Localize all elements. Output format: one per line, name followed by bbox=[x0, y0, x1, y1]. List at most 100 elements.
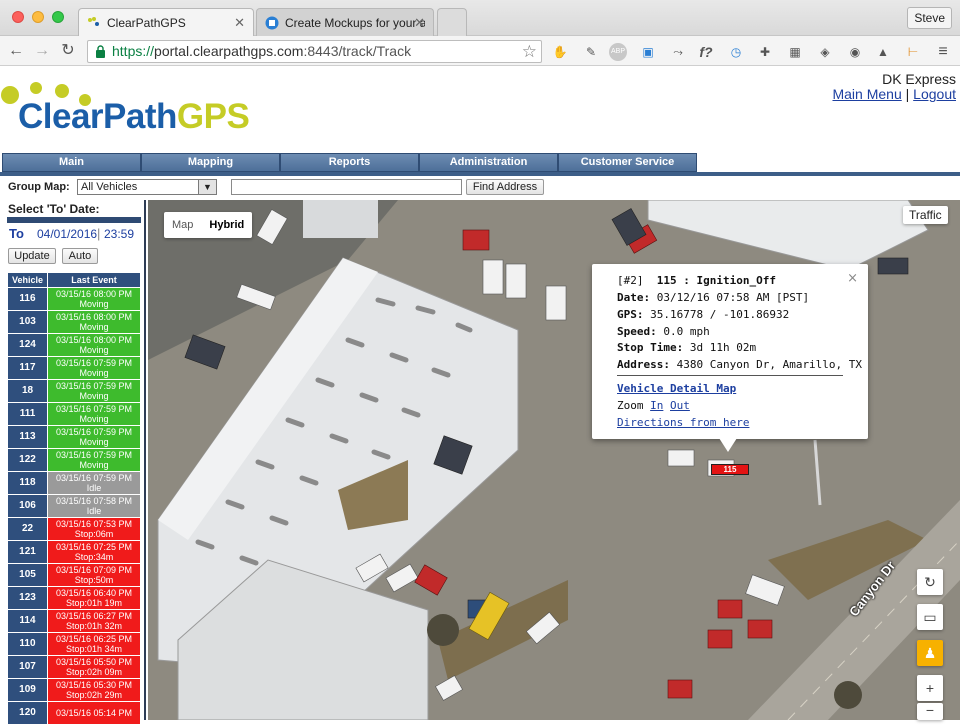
map-type-hybrid[interactable]: Hybrid bbox=[201, 212, 252, 238]
to-time-input[interactable]: 23:59 bbox=[104, 227, 134, 241]
vehicle-number[interactable]: 18 bbox=[7, 379, 48, 403]
nav-tab-mapping[interactable]: Mapping bbox=[141, 153, 280, 172]
vehicle-number[interactable]: 124 bbox=[7, 333, 48, 357]
vehicle-last-event[interactable]: 03/15/16 05:14 PM bbox=[47, 701, 141, 725]
window-close-button[interactable] bbox=[12, 11, 24, 23]
vehicle-row[interactable]: 107 03/15/16 05:50 PM Stop:02h 09m bbox=[7, 655, 141, 679]
nav-tab-customer-service[interactable]: Customer Service bbox=[558, 153, 697, 172]
dropdown-arrow-icon[interactable]: ▼ bbox=[198, 180, 216, 194]
abp-icon[interactable]: ABP bbox=[609, 43, 627, 61]
nav-tab-administration[interactable]: Administration bbox=[419, 153, 558, 172]
vehicle-row[interactable]: 117 03/15/16 07:59 PM Moving bbox=[7, 356, 141, 380]
box-icon[interactable]: ◈ bbox=[816, 43, 834, 61]
vehicle-last-event[interactable]: 03/15/16 07:59 PM Moving bbox=[47, 448, 141, 472]
vehicle-row[interactable]: 18 03/15/16 07:59 PM Moving bbox=[7, 379, 141, 403]
vehicle-row[interactable]: 123 03/15/16 06:40 PM Stop:01h 19m bbox=[7, 586, 141, 610]
vehicle-row[interactable]: 120 03/15/16 05:14 PM bbox=[7, 701, 141, 725]
vehicle-last-event[interactable]: 03/15/16 07:53 PM Stop:06m bbox=[47, 517, 141, 541]
close-icon[interactable]: × bbox=[847, 271, 858, 286]
nav-tab-main[interactable]: Main bbox=[2, 153, 141, 172]
tab-close-icon[interactable]: ✕ bbox=[234, 15, 245, 31]
logout-link[interactable]: Logout bbox=[913, 86, 956, 102]
ruler-icon[interactable]: ⊢ bbox=[904, 43, 922, 61]
vehicle-number[interactable]: 113 bbox=[7, 425, 48, 449]
vehicle-number[interactable]: 22 bbox=[7, 517, 48, 541]
vehicle-number[interactable]: 107 bbox=[7, 655, 48, 679]
clock-icon[interactable]: ◷ bbox=[727, 43, 745, 61]
vehicle-number[interactable]: 109 bbox=[7, 678, 48, 702]
pegman-icon[interactable]: ♟ bbox=[917, 640, 943, 666]
grid-icon[interactable]: ▦ bbox=[786, 43, 804, 61]
vehicle-row[interactable]: 121 03/15/16 07:25 PM Stop:34m bbox=[7, 540, 141, 564]
zoom-in-button[interactable]: + bbox=[917, 675, 943, 701]
vehicle-number[interactable]: 118 bbox=[7, 471, 48, 495]
tag-icon[interactable]: ▣ bbox=[639, 43, 657, 61]
eyedropper-icon[interactable]: ✎ bbox=[582, 43, 600, 61]
vehicle-row[interactable]: 113 03/15/16 07:59 PM Moving bbox=[7, 425, 141, 449]
group-map-select[interactable]: All Vehicles ▼ bbox=[77, 179, 217, 195]
vehicle-number[interactable]: 123 bbox=[7, 586, 48, 610]
find-address-button[interactable]: Find Address bbox=[466, 179, 544, 195]
menu-icon[interactable]: ≡ bbox=[934, 43, 952, 61]
vehicle-number[interactable]: 122 bbox=[7, 448, 48, 472]
nav-tab-reports[interactable]: Reports bbox=[280, 153, 419, 172]
vehicle-last-event[interactable]: 03/15/16 07:59 PM Moving bbox=[47, 425, 141, 449]
vehicle-number[interactable]: 120 bbox=[7, 701, 48, 725]
vehicle-row[interactable]: 116 03/15/16 08:00 PM Moving bbox=[7, 287, 141, 311]
window-minimize-button[interactable] bbox=[32, 11, 44, 23]
vehicle-marker-115[interactable]: 115 bbox=[711, 464, 749, 475]
vector-icon[interactable]: ⤳ bbox=[669, 43, 687, 61]
profile-button[interactable]: Steve bbox=[907, 7, 952, 29]
vehicle-last-event[interactable]: 03/15/16 07:09 PM Stop:50m bbox=[47, 563, 141, 587]
zoom-in-link[interactable]: In bbox=[650, 399, 663, 412]
vehicle-number[interactable]: 117 bbox=[7, 356, 48, 380]
forward-icon[interactable]: → bbox=[32, 41, 52, 61]
vehicle-row[interactable]: 22 03/15/16 07:53 PM Stop:06m bbox=[7, 517, 141, 541]
vehicle-row[interactable]: 109 03/15/16 05:30 PM Stop:02h 29m bbox=[7, 678, 141, 702]
vehicle-row[interactable]: 110 03/15/16 06:25 PM Stop:01h 34m bbox=[7, 632, 141, 656]
vehicle-row[interactable]: 111 03/15/16 07:59 PM Moving bbox=[7, 402, 141, 426]
map-type-map[interactable]: Map bbox=[164, 212, 201, 238]
vehicle-number[interactable]: 106 bbox=[7, 494, 48, 518]
vehicle-last-event[interactable]: 03/15/16 07:59 PM Moving bbox=[47, 379, 141, 403]
address-bar[interactable]: https://portal.clearpathgps.com:8443/tra… bbox=[87, 40, 542, 63]
rotate-icon[interactable]: ↻ bbox=[917, 569, 943, 595]
vehicle-last-event[interactable]: 03/15/16 07:25 PM Stop:34m bbox=[47, 540, 141, 564]
vehicle-row[interactable]: 103 03/15/16 08:00 PM Moving bbox=[7, 310, 141, 334]
vehicle-row[interactable]: 106 03/15/16 07:58 PM Idle bbox=[7, 494, 141, 518]
directions-link[interactable]: Directions from here bbox=[617, 416, 749, 429]
to-date-input[interactable]: 04/01/2016 bbox=[37, 227, 97, 241]
vehicle-last-event[interactable]: 03/15/16 08:00 PM Moving bbox=[47, 287, 141, 311]
vehicle-row[interactable]: 114 03/15/16 06:27 PM Stop:01h 32m bbox=[7, 609, 141, 633]
puzzle-icon[interactable]: ✚ bbox=[756, 43, 774, 61]
vehicle-last-event[interactable]: 03/15/16 08:00 PM Moving bbox=[47, 310, 141, 334]
pin-icon[interactable]: ✋ bbox=[551, 43, 569, 61]
fx-icon[interactable]: f? bbox=[697, 43, 715, 61]
vehicle-last-event[interactable]: 03/15/16 08:00 PM Moving bbox=[47, 333, 141, 357]
tab-close-icon[interactable]: ✕ bbox=[414, 15, 425, 31]
vehicle-last-event[interactable]: 03/15/16 06:40 PM Stop:01h 19m bbox=[47, 586, 141, 610]
window-maximize-button[interactable] bbox=[52, 11, 64, 23]
browser-tab-clearpath[interactable]: ClearPathGPS ✕ bbox=[78, 8, 254, 37]
vehicle-row[interactable]: 124 03/15/16 08:00 PM Moving bbox=[7, 333, 141, 357]
vehicle-last-event[interactable]: 03/15/16 07:59 PM Moving bbox=[47, 356, 141, 380]
back-icon[interactable]: ← bbox=[6, 41, 26, 61]
vehicle-last-event[interactable]: 03/15/16 07:59 PM Idle bbox=[47, 471, 141, 495]
vehicle-number[interactable]: 110 bbox=[7, 632, 48, 656]
update-button[interactable]: Update bbox=[8, 248, 56, 264]
address-search-input[interactable] bbox=[231, 179, 462, 195]
zoom-out-link[interactable]: Out bbox=[670, 399, 690, 412]
vehicle-number[interactable]: 116 bbox=[7, 287, 48, 311]
zoom-out-button[interactable]: − bbox=[917, 703, 943, 720]
vehicle-row[interactable]: 105 03/15/16 07:09 PM Stop:50m bbox=[7, 563, 141, 587]
vehicle-last-event[interactable]: 03/15/16 07:58 PM Idle bbox=[47, 494, 141, 518]
vehicle-row[interactable]: 118 03/15/16 07:59 PM Idle bbox=[7, 471, 141, 495]
vehicle-last-event[interactable]: 03/15/16 06:25 PM Stop:01h 34m bbox=[47, 632, 141, 656]
vehicle-number[interactable]: 105 bbox=[7, 563, 48, 587]
bookmark-star-icon[interactable]: ☆ bbox=[522, 41, 537, 62]
tilt-icon[interactable]: ▭ bbox=[917, 604, 943, 630]
auto-button[interactable]: Auto bbox=[62, 248, 98, 264]
drive-icon[interactable]: ▲ bbox=[874, 43, 892, 61]
vehicle-last-event[interactable]: 03/15/16 06:27 PM Stop:01h 32m bbox=[47, 609, 141, 633]
shield-icon[interactable]: ◉ bbox=[846, 43, 864, 61]
